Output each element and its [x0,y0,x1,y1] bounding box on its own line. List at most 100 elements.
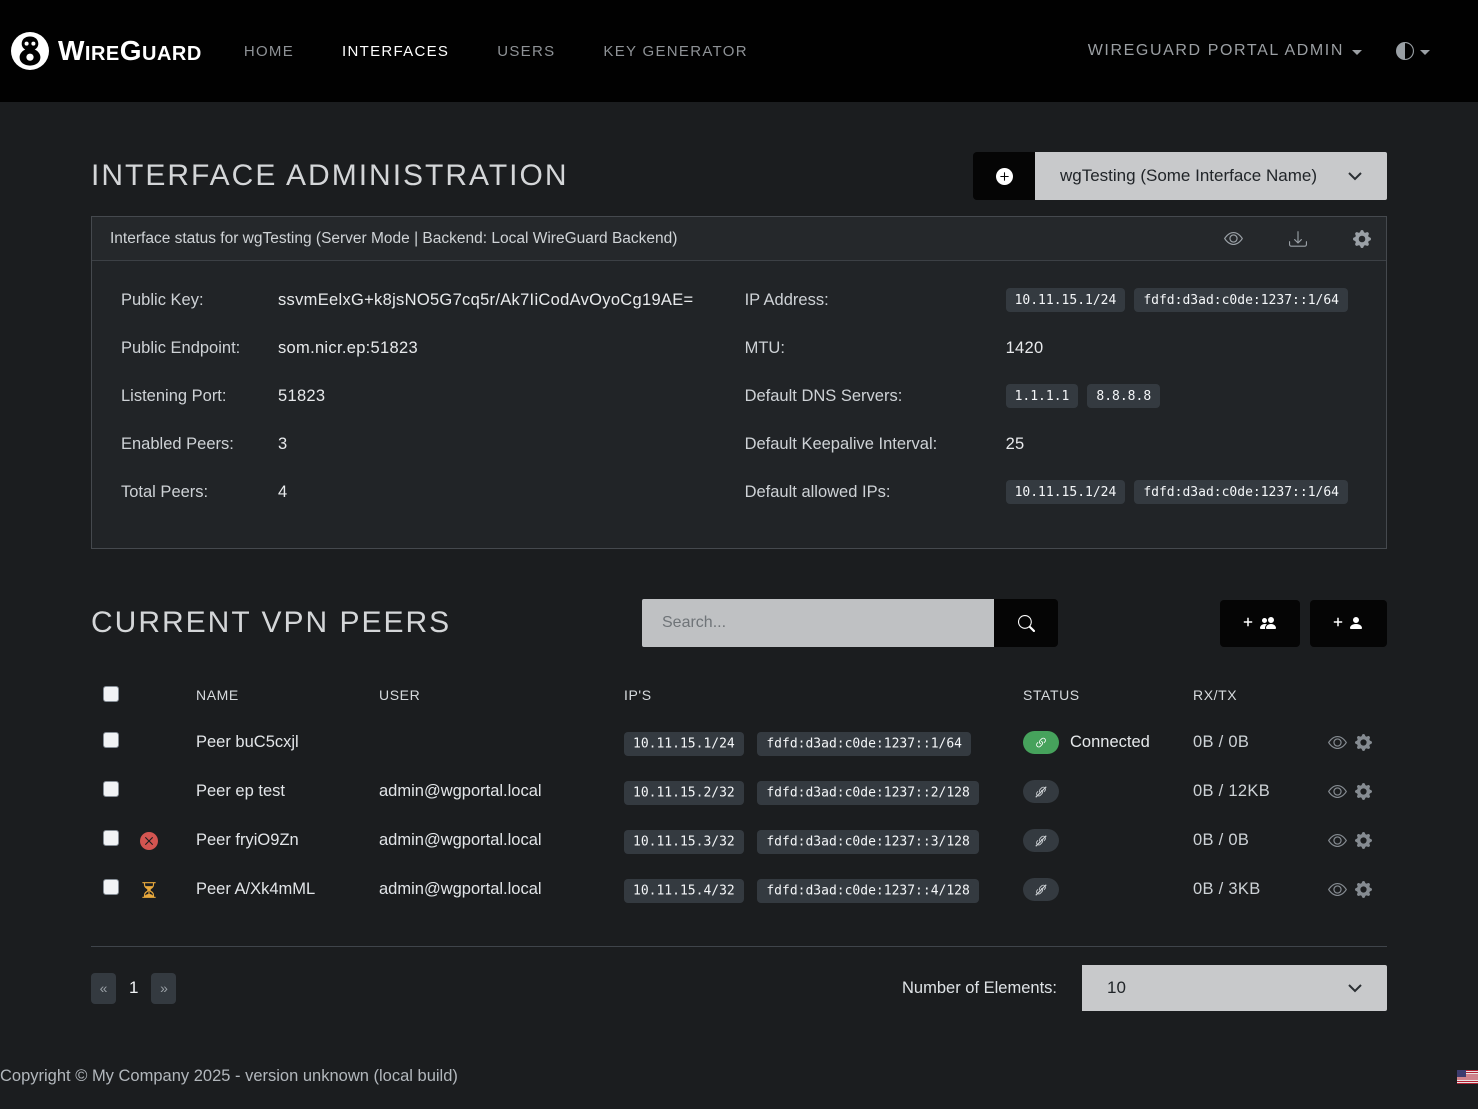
total-peers-label: Total Peers: [121,483,278,502]
enabled-peers-label: Enabled Peers: [121,435,278,454]
nav-link-home[interactable]: HOME [244,43,294,60]
peer-name: Peer A/Xk4mML [196,880,379,899]
add-interface-button[interactable] [973,152,1035,200]
add-peer-button[interactable] [1310,600,1387,647]
pagination-prev-button[interactable]: « [91,973,116,1004]
copyright-text: Copyright © My Company 2025 - version un… [0,1067,458,1086]
dns-badge: 8.8.8.8 [1087,384,1160,408]
peer-detail-eye-icon[interactable] [1328,733,1347,752]
number-of-elements-value: 10 [1107,978,1126,998]
peer-expiring-hourglass-icon [140,881,158,899]
peer-ip-badge: fdfd:d3ad:c0de:1237::2/128 [757,781,979,805]
disconnected-link-slash-icon [1023,829,1059,852]
column-header-ips: IP'S [624,687,1023,703]
peer-rxtx: 0B / 0B [1193,831,1328,850]
peer-ip-badge: 10.11.15.1/24 [624,732,744,756]
allowed-ip-badge: 10.11.15.1/24 [1006,480,1126,504]
peer-ip-badge: 10.11.15.4/32 [624,879,744,903]
peer-row: Peer ep test admin@wgportal.local 10.11.… [91,767,1387,816]
peer-name: Peer ep test [196,782,379,801]
plus-people-icon [1243,614,1278,632]
peer-rxtx: 0B / 0B [1193,733,1328,752]
ip-badge: 10.11.15.1/24 [1006,288,1126,312]
select-peer-checkbox[interactable] [103,781,119,797]
main-nav: HOME INTERFACES USERS KEY GENERATOR [244,43,748,60]
peer-rxtx: 0B / 12KB [1193,782,1328,801]
page-title: INTERFACE ADMINISTRATION [91,159,568,193]
connected-link-icon [1023,731,1059,754]
view-config-eye-icon[interactable] [1224,229,1243,248]
search-button[interactable] [994,599,1058,647]
pagination: « 1 » [91,973,176,1004]
mtu-label: MTU: [745,339,1006,358]
search-icon [1018,615,1035,632]
peer-ip-badge: fdfd:d3ad:c0de:1237::3/128 [757,830,979,854]
top-navbar: WireGuard HOME INTERFACES USERS KEY GENE… [0,0,1478,102]
peer-row: Peer buC5cxjl 10.11.15.1/24 fdfd:d3ad:c0… [91,718,1387,767]
nav-link-key-generator[interactable]: KEY GENERATOR [603,43,747,60]
language-us-flag-icon[interactable] [1457,1070,1478,1084]
dns-badge: 1.1.1.1 [1006,384,1079,408]
user-menu-label: WIREGUARD PORTAL ADMIN [1088,42,1344,60]
peer-settings-gear-icon[interactable] [1355,832,1372,849]
peer-detail-eye-icon[interactable] [1328,880,1347,899]
default-allowed-ips-label: Default allowed IPs: [745,483,1006,502]
pagination-next-button[interactable]: » [151,973,176,1004]
pagination-page-1[interactable]: 1 [129,978,138,998]
keepalive-label: Default Keepalive Interval: [745,435,1006,454]
select-peer-checkbox[interactable] [103,830,119,846]
select-all-checkbox[interactable] [103,686,119,702]
public-key-value: ssvmEelxG+k8jsNO5G7cq5r/Ak7IiCodAvOyoCg1… [278,291,693,310]
listening-port-label: Listening Port: [121,387,278,406]
number-of-elements-select[interactable]: 10 [1082,965,1387,1011]
listening-port-value: 51823 [278,387,325,406]
plus-circle-icon [996,168,1013,185]
peer-settings-gear-icon[interactable] [1355,881,1372,898]
peer-row: Peer fryiO9Zn admin@wgportal.local 10.11… [91,816,1387,865]
peer-settings-gear-icon[interactable] [1355,734,1372,751]
keepalive-value: 25 [1006,435,1025,454]
peer-status-text: Connected [1070,733,1150,752]
peer-row: Peer A/Xk4mML admin@wgportal.local 10.11… [91,865,1387,914]
search-input[interactable] [642,599,994,647]
theme-toggle-dropdown[interactable] [1396,42,1430,60]
peer-ip-badge: 10.11.15.2/32 [624,781,744,805]
column-header-status: STATUS [1023,687,1193,703]
user-menu-dropdown[interactable]: WIREGUARD PORTAL ADMIN [1088,42,1362,60]
nav-link-interfaces[interactable]: INTERFACES [342,43,449,60]
interface-select[interactable]: wgTesting (Some Interface Name) [1035,152,1387,200]
add-multiple-peers-button[interactable] [1220,600,1300,647]
mtu-value: 1420 [1006,339,1044,358]
caret-down-icon [1420,50,1430,55]
peer-rxtx: 0B / 3KB [1193,880,1328,899]
column-header-user: USER [379,687,624,703]
nav-link-users[interactable]: USERS [497,43,555,60]
interface-settings-gear-icon[interactable] [1353,230,1371,248]
peer-ip-badge: fdfd:d3ad:c0de:1237::4/128 [757,879,979,903]
public-key-label: Public Key: [121,291,278,310]
peer-ip-badge: fdfd:d3ad:c0de:1237::1/64 [757,732,971,756]
peer-name: Peer fryiO9Zn [196,831,379,850]
peers-table: NAME USER IP'S STATUS RX/TX Peer buC5cxj… [91,672,1387,947]
enabled-peers-value: 3 [278,435,287,454]
peers-section-title: CURRENT VPN PEERS [91,606,451,640]
peer-detail-eye-icon[interactable] [1328,831,1347,850]
column-header-rxtx: RX/TX [1193,687,1328,703]
public-endpoint-label: Public Endpoint: [121,339,278,358]
download-config-icon[interactable] [1289,230,1307,248]
brand-link[interactable]: WireGuard [10,31,202,71]
peer-settings-gear-icon[interactable] [1355,783,1372,800]
caret-down-icon [1352,50,1362,55]
public-endpoint-value: som.nicr.ep:51823 [278,339,418,358]
peer-user: admin@wgportal.local [379,782,624,801]
interface-select-value: wgTesting (Some Interface Name) [1060,166,1317,186]
select-peer-checkbox[interactable] [103,732,119,748]
peer-ip-badge: 10.11.15.3/32 [624,830,744,854]
disconnected-link-slash-icon [1023,878,1059,901]
select-peer-checkbox[interactable] [103,879,119,895]
peer-detail-eye-icon[interactable] [1328,782,1347,801]
brand-wordmark: WireGuard [58,35,202,67]
peer-user: admin@wgportal.local [379,831,624,850]
column-header-name: NAME [196,687,379,703]
chevron-down-icon [1348,984,1362,993]
